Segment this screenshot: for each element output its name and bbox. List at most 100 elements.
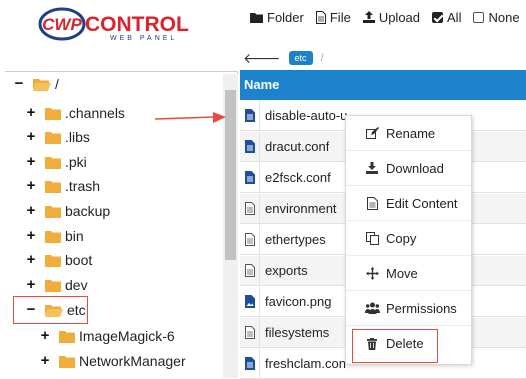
folder-icon xyxy=(45,254,61,267)
download-icon xyxy=(364,160,380,176)
upload-button[interactable]: Upload xyxy=(362,10,420,25)
cwp-logo: CWP CONTROL WEB PANEL xyxy=(38,7,189,42)
expand-toggle[interactable]: + xyxy=(25,178,37,193)
image-file-icon xyxy=(244,295,255,308)
new-file-label: File xyxy=(329,9,351,25)
menu-item-move[interactable]: Move xyxy=(346,256,471,291)
tree-node-label: .trash xyxy=(65,178,101,194)
tree-node-pki[interactable]: + .pki xyxy=(25,153,87,171)
context-menu: Rename Download Edit Content Copy Move P… xyxy=(345,115,472,365)
back-arrow-icon[interactable]: 🡐 xyxy=(243,50,281,67)
tree-node-channels[interactable]: + .channels xyxy=(25,104,125,122)
expand-toggle[interactable]: + xyxy=(25,105,37,120)
menu-item-copy[interactable]: Copy xyxy=(346,221,471,256)
file-name: environment xyxy=(265,201,337,216)
file-name: e2fsck.conf xyxy=(265,170,331,185)
select-all-checkbox[interactable]: All xyxy=(432,10,461,25)
logo-name: CONTROL xyxy=(85,13,189,36)
tree-node-libs[interactable]: + .libs xyxy=(25,128,90,146)
highlight-etc-folder xyxy=(13,296,88,324)
tree-node-label: boot xyxy=(65,252,93,268)
new-file-button[interactable]: File xyxy=(315,9,351,25)
menu-item-permissions[interactable]: Permissions xyxy=(346,291,471,326)
tree-node-dev[interactable]: + dev xyxy=(25,276,88,294)
edit-icon xyxy=(364,125,380,141)
menu-item-edit-content[interactable]: Edit Content xyxy=(346,186,471,221)
logo-tagline: WEB PANEL xyxy=(110,35,177,42)
file-name: ethertypes xyxy=(265,232,326,247)
highlight-delete-option xyxy=(352,329,438,363)
file-icon xyxy=(244,357,255,370)
folder-open-icon xyxy=(33,78,51,91)
users-icon xyxy=(364,300,380,316)
file-name: dracut.conf xyxy=(265,139,330,154)
tree-node-trash[interactable]: + .trash xyxy=(25,177,100,195)
tree-node-imagemagick[interactable]: + ImageMagick-6 xyxy=(39,327,175,345)
tree-node-label: NetworkManager xyxy=(79,353,186,369)
folder-icon xyxy=(45,180,61,193)
menu-item-download[interactable]: Download xyxy=(346,151,471,186)
tree-node-bin[interactable]: + bin xyxy=(25,227,84,245)
breadcrumb: 🡐 etc / xyxy=(243,50,324,66)
folder-icon xyxy=(59,355,75,368)
menu-item-label: Download xyxy=(386,160,444,176)
file-icon xyxy=(244,140,255,153)
select-all-label: All xyxy=(447,9,462,25)
menu-item-label: Permissions xyxy=(386,300,457,316)
move-icon xyxy=(364,265,380,281)
tree-node-root[interactable]: − / xyxy=(13,75,59,93)
file-icon xyxy=(244,233,255,246)
folder-icon xyxy=(59,330,75,343)
breadcrumb-item-etc[interactable]: etc xyxy=(288,51,313,65)
menu-item-rename[interactable]: Rename xyxy=(346,116,471,151)
expand-toggle[interactable]: + xyxy=(25,154,37,169)
expand-toggle[interactable]: + xyxy=(25,129,37,144)
breadcrumb-separator: / xyxy=(320,52,324,64)
tree-node-networkmanager[interactable]: + NetworkManager xyxy=(39,352,186,370)
file-name: favicon.png xyxy=(265,294,332,309)
expand-toggle[interactable]: + xyxy=(25,277,37,292)
folder-icon xyxy=(250,12,263,23)
expand-toggle[interactable]: + xyxy=(25,228,37,243)
file-name: freshclam.con xyxy=(265,356,346,371)
file-icon xyxy=(244,264,255,277)
tree-node-label: .libs xyxy=(65,129,90,145)
file-name: filesystems xyxy=(265,325,330,340)
menu-item-label: Rename xyxy=(386,125,436,141)
tree-node-label: .pki xyxy=(65,154,87,170)
file-icon xyxy=(315,10,326,24)
upload-icon xyxy=(362,11,375,23)
file-icon xyxy=(244,202,255,215)
tree-node-boot[interactable]: + boot xyxy=(25,251,93,269)
folder-icon xyxy=(45,156,61,169)
folder-icon xyxy=(45,131,61,144)
file-icon xyxy=(244,326,255,339)
expand-toggle[interactable]: + xyxy=(39,353,51,368)
file-icon xyxy=(244,109,255,122)
tree-node-backup[interactable]: + backup xyxy=(25,202,111,220)
select-none-label: None xyxy=(488,9,520,25)
menu-item-label: Edit Content xyxy=(386,195,458,211)
collapse-toggle[interactable]: − xyxy=(13,76,25,91)
folder-icon xyxy=(45,205,61,218)
menu-item-label: Copy xyxy=(386,230,417,246)
name-column-header[interactable]: Name xyxy=(240,70,526,100)
folder-icon xyxy=(45,279,61,292)
checkbox-empty-icon xyxy=(473,11,485,23)
expand-toggle[interactable]: + xyxy=(25,252,37,267)
folder-icon xyxy=(45,230,61,243)
file-name: disable-auto-u xyxy=(265,108,348,123)
tree-node-label: / xyxy=(55,76,59,92)
tree-node-label: backup xyxy=(65,203,111,219)
checkbox-checked-icon xyxy=(432,11,444,23)
logo-mark: CWP xyxy=(42,15,82,34)
annotation-arrow-icon xyxy=(155,112,226,123)
edit-content-icon xyxy=(364,195,380,211)
expand-toggle[interactable]: + xyxy=(39,328,51,343)
select-none-checkbox[interactable]: None xyxy=(473,9,520,25)
folder-icon xyxy=(45,107,61,120)
new-folder-button[interactable]: Folder xyxy=(250,10,304,25)
expand-toggle[interactable]: + xyxy=(25,203,37,218)
tree-node-label: .channels xyxy=(65,105,125,121)
file-icon xyxy=(244,171,255,184)
